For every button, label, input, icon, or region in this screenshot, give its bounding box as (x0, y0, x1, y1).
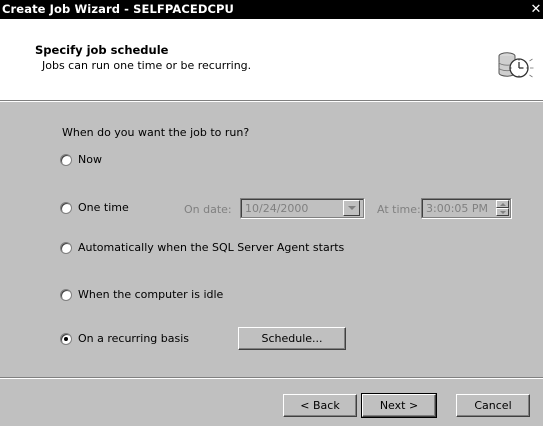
radio-agent-start[interactable] (60, 241, 72, 254)
page-title: Specify job schedule (35, 43, 169, 57)
title-bar: Create Job Wizard - SELFPACEDCPU ✕ (0, 0, 543, 19)
option-one-time[interactable]: One time (60, 201, 129, 214)
radio-label-now: Now (78, 153, 102, 166)
at-time-label: At time: (377, 203, 421, 216)
back-button[interactable]: < Back (283, 394, 357, 417)
radio-recurring[interactable] (60, 332, 72, 345)
header-divider (0, 101, 543, 102)
radio-label-one-time: One time (78, 201, 129, 214)
page-subtitle: Jobs can run one time or be recurring. (42, 59, 252, 72)
spin-down-icon[interactable] (496, 208, 509, 216)
option-recurring[interactable]: On a recurring basis (60, 332, 189, 345)
schedule-button[interactable]: Schedule... (238, 327, 346, 350)
radio-idle[interactable] (60, 288, 72, 301)
cancel-button[interactable]: Cancel (456, 394, 530, 417)
on-date-value: 10/24/2000 (245, 202, 309, 215)
option-agent-start[interactable]: Automatically when the SQL Server Agent … (60, 241, 344, 254)
chevron-down-icon[interactable] (343, 200, 360, 216)
schedule-question: When do you want the job to run? (62, 126, 250, 139)
footer-divider-highlight (0, 378, 543, 379)
radio-label-recurring: On a recurring basis (78, 332, 190, 345)
radio-now[interactable] (60, 153, 72, 166)
option-idle[interactable]: When the computer is idle (60, 288, 223, 301)
radio-one-time[interactable] (60, 201, 72, 214)
create-job-wizard-window: Create Job Wizard - SELFPACEDCPU ✕ Speci… (0, 0, 543, 426)
time-spinner[interactable] (496, 200, 509, 216)
on-date-label: On date: (184, 203, 232, 216)
window-title: Create Job Wizard - SELFPACEDCPU (2, 2, 234, 16)
close-icon[interactable]: ✕ (529, 0, 543, 19)
next-button[interactable]: Next > (361, 393, 437, 418)
at-time-value: 3:00:05 PM (426, 202, 489, 215)
spin-up-icon[interactable] (496, 200, 509, 208)
wizard-header: Specify job schedule Jobs can run one ti… (0, 19, 543, 101)
schedule-clock-database-icon (498, 52, 534, 78)
option-now[interactable]: Now (60, 153, 102, 166)
radio-label-idle: When the computer is idle (78, 288, 224, 301)
radio-label-agent-start: Automatically when the SQL Server Agent … (78, 241, 345, 254)
